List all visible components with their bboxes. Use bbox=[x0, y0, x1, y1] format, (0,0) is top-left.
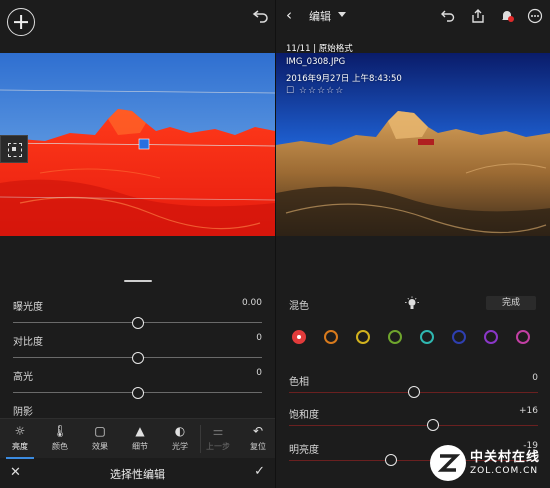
panel-drag-handle[interactable] bbox=[124, 280, 152, 282]
watermark-site: ZOL.COM.CN bbox=[470, 466, 539, 476]
slider-label: 对比度 bbox=[13, 337, 43, 348]
tool-previous[interactable]: ⚌ 上一步 bbox=[198, 421, 238, 457]
thermometer-icon: 🌡 bbox=[52, 424, 68, 438]
tool-label: 颜色 bbox=[52, 442, 68, 451]
slider-label: 曝光度 bbox=[13, 302, 43, 313]
slider-knob[interactable] bbox=[131, 387, 144, 399]
slider-knob[interactable] bbox=[131, 352, 144, 364]
hsl-slider-knob[interactable] bbox=[407, 386, 420, 398]
color-swatch[interactable] bbox=[484, 330, 498, 344]
mix-label: 混色 bbox=[289, 301, 309, 312]
photo-index-type: 11/11 | 原始格式 bbox=[286, 44, 353, 54]
tool-label: 亮度 bbox=[12, 442, 28, 451]
reset-icon: ↶ bbox=[252, 424, 264, 438]
hsl-slider-label: 明亮度 bbox=[289, 445, 319, 456]
undo-icon[interactable] bbox=[440, 8, 456, 24]
photo-rating[interactable]: ☐ ☆☆☆☆☆ bbox=[286, 86, 344, 96]
edit-panel: ‹ 编辑 11/11 | 原始格式 IMG_0308.JPG 2016年9月27… bbox=[275, 0, 550, 488]
tool-triangle[interactable]: ▲ 细节 bbox=[120, 421, 160, 457]
tool-thermometer[interactable]: 🌡 颜色 bbox=[40, 421, 80, 457]
tool-lens[interactable]: ◐ 光学 bbox=[160, 421, 200, 457]
tool-label: 复位 bbox=[250, 442, 266, 451]
slider-label: 高光 bbox=[13, 372, 33, 383]
panel-title: 选择性编辑 bbox=[110, 468, 165, 481]
color-swatch[interactable] bbox=[388, 330, 402, 344]
hsl-slider-track[interactable] bbox=[289, 425, 538, 426]
watermark: 中关村在线 ZOL.COM.CN bbox=[430, 440, 550, 488]
watermark-brand: 中关村在线 bbox=[470, 450, 541, 465]
masked-photo[interactable] bbox=[0, 53, 275, 236]
lightbulb-icon[interactable] bbox=[404, 296, 420, 312]
slider-value: 0 bbox=[256, 368, 262, 378]
hsl-slider-knob[interactable] bbox=[385, 454, 398, 466]
tool-label: 光学 bbox=[172, 442, 188, 451]
selective-edit-bar: ✕ 选择性编辑 ✓ bbox=[0, 459, 275, 488]
tool-label: 上一步 bbox=[206, 442, 230, 451]
hsl-slider-row: 饱和度 +16 bbox=[276, 406, 550, 442]
add-mask-button[interactable] bbox=[7, 8, 35, 36]
hsl-slider-knob[interactable] bbox=[427, 419, 440, 431]
photo-datetime: 2016年9月27日 上午8:43:50 bbox=[286, 74, 402, 84]
toolbar-divider bbox=[200, 425, 201, 453]
lens-icon: ◐ bbox=[174, 424, 186, 438]
hsl-slider-label: 饱和度 bbox=[289, 410, 319, 421]
mask-toggle-button[interactable] bbox=[0, 135, 28, 163]
color-swatch[interactable] bbox=[516, 330, 530, 344]
slider-row: 对比度 0 bbox=[0, 333, 275, 369]
color-swatch[interactable] bbox=[324, 330, 338, 344]
previous-icon: ⚌ bbox=[212, 424, 224, 438]
vignette-icon: ▢ bbox=[94, 424, 106, 438]
hsl-slider-value: +16 bbox=[519, 406, 538, 416]
confirm-icon[interactable]: ✓ bbox=[254, 464, 265, 479]
slider-value: 0 bbox=[256, 333, 262, 343]
slider-label: 阴影 bbox=[13, 407, 33, 418]
more-options-icon[interactable] bbox=[527, 8, 543, 24]
tool-sun[interactable]: ☼ 亮度 bbox=[0, 421, 40, 459]
triangle-icon: ▲ bbox=[135, 424, 145, 438]
color-swatch[interactable] bbox=[420, 330, 434, 344]
color-swatch[interactable] bbox=[356, 330, 370, 344]
share-icon[interactable] bbox=[470, 8, 486, 24]
hsl-slider-row: 色相 0 bbox=[276, 373, 550, 409]
chevron-down-icon[interactable] bbox=[338, 12, 346, 17]
tool-label: 效果 bbox=[92, 442, 108, 451]
tool-reset[interactable]: ↶ 复位 bbox=[238, 421, 275, 457]
tool-vignette[interactable]: ▢ 效果 bbox=[80, 421, 120, 457]
color-swatch[interactable] bbox=[292, 330, 306, 344]
slider-knob[interactable] bbox=[131, 317, 144, 329]
hsl-slider-label: 色相 bbox=[289, 377, 309, 388]
color-swatch[interactable] bbox=[452, 330, 466, 344]
slider-value: 0.00 bbox=[241, 298, 262, 308]
slider-row: 高光 0 bbox=[0, 368, 275, 404]
hsl-slider-value: 0 bbox=[532, 373, 538, 383]
watermark-logo-icon bbox=[430, 445, 466, 481]
tool-label: 细节 bbox=[132, 442, 148, 451]
edit-mode-title[interactable]: 编辑 bbox=[309, 8, 331, 24]
photo-filename: IMG_0308.JPG bbox=[286, 57, 346, 67]
edit-toolbar: ☼ 亮度 🌡 颜色 ▢ 效果 ▲ 细节 ◐ 光学 ⚌ 上一步 ↶ 复位 bbox=[0, 418, 275, 459]
slider-row: 曝光度 0.00 bbox=[0, 298, 275, 334]
notification-bell-icon[interactable] bbox=[499, 8, 515, 24]
sun-icon: ☼ bbox=[14, 424, 26, 438]
undo-icon[interactable] bbox=[252, 8, 270, 24]
selective-edit-panel: 曝光度 0.00 对比度 0 高光 0 阴影 ☼ 亮度 🌡 颜色 ▢ 效果 ▲ 细节 ◐ 光学 ⚌ 上一步 ↶ 复位 … bbox=[0, 0, 275, 488]
back-icon[interactable]: ‹ bbox=[286, 6, 292, 24]
done-button[interactable]: 完成 bbox=[486, 296, 536, 310]
